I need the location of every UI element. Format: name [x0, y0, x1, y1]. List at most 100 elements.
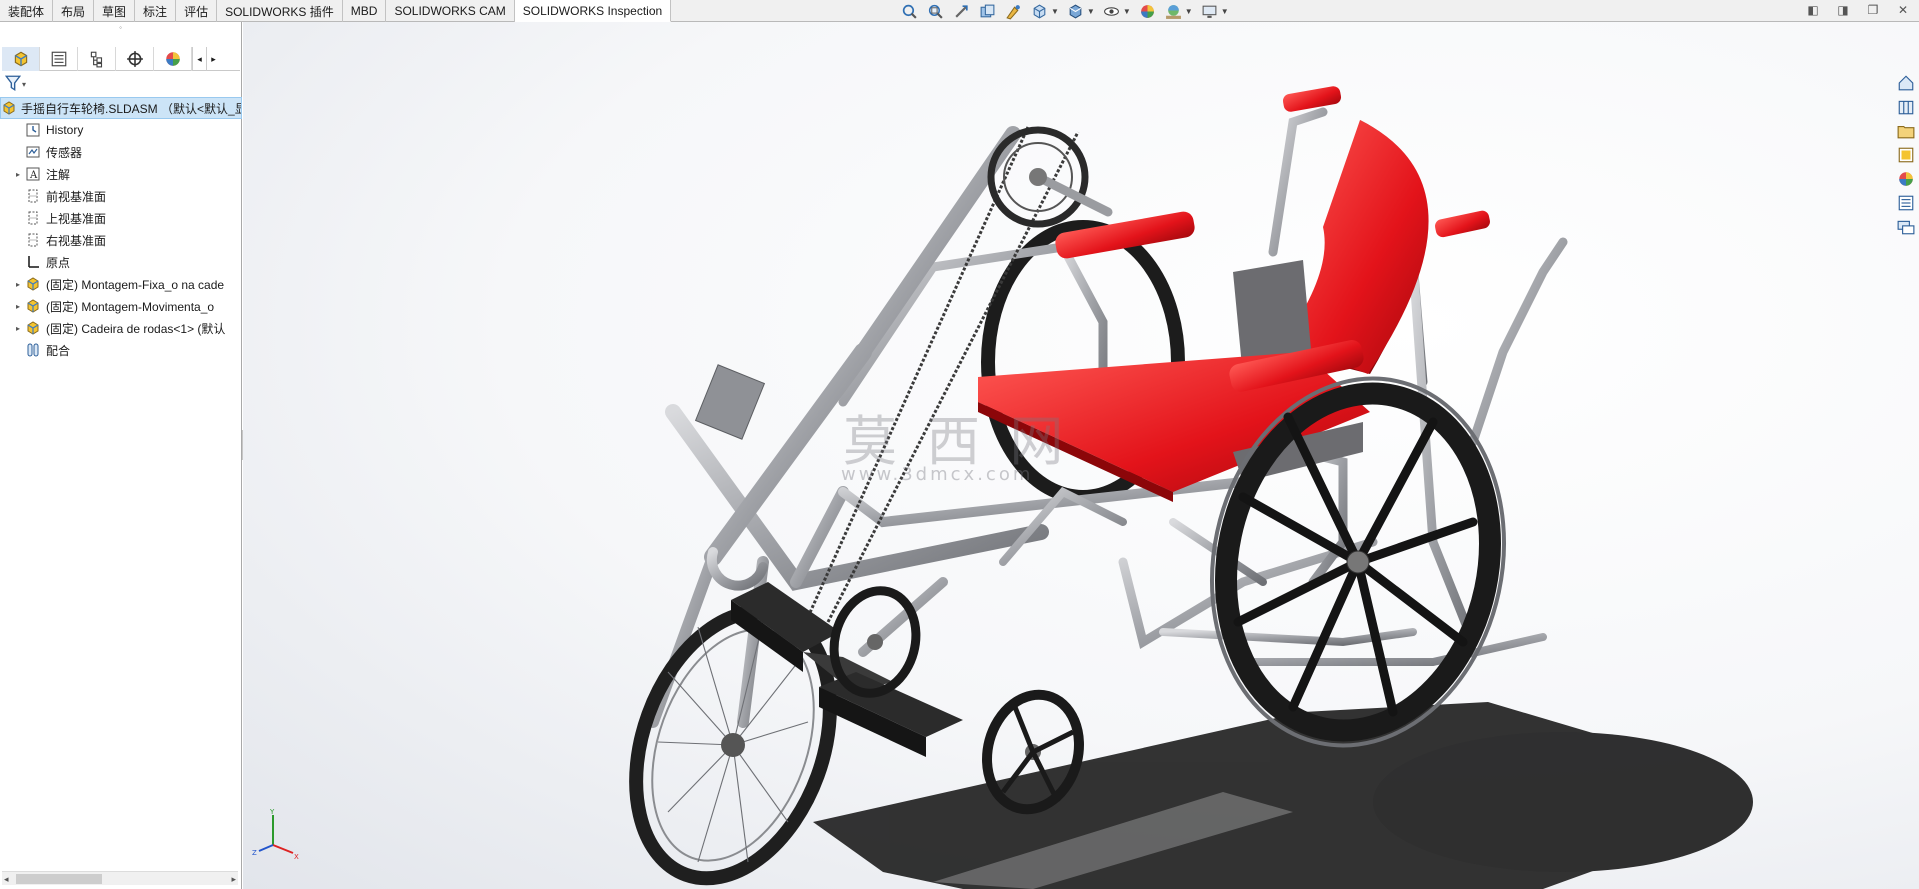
tree-item-label: 右视基准面: [46, 233, 107, 248]
displaymanager-tab-icon[interactable]: [154, 47, 192, 71]
expand-arrow-icon[interactable]: ▸: [12, 302, 24, 311]
propertymanager-tab-icon[interactable]: [40, 47, 78, 71]
restore-right-icon[interactable]: ◨: [1835, 3, 1851, 17]
view-settings-icon[interactable]: [1200, 3, 1219, 20]
tab-markup[interactable]: 标注: [135, 0, 177, 22]
tree-item[interactable]: ▸ (固定) Cadeira de rodas<1> (默认: [0, 317, 242, 339]
mates-icon: [24, 341, 42, 359]
scroll-thumb[interactable]: [16, 874, 102, 884]
tree-item-label: 传感器: [46, 145, 83, 160]
manager-tabs: ◂ ▸: [2, 47, 240, 71]
subassembly-icon: [24, 319, 42, 337]
tab-solidworks-inspection[interactable]: SOLIDWORKS Inspection: [514, 0, 672, 22]
tree-item-label: 上视基准面: [46, 211, 107, 226]
feature-manager-panel: ◦ ◂ ▸ ▾ 手摇自行车轮椅.SLDASM （默认<默认_显 History 传…: [0, 22, 242, 889]
view-palette-icon[interactable]: [1895, 144, 1917, 166]
close-document-icon[interactable]: ✕: [1895, 3, 1911, 17]
expand-arrow-icon[interactable]: ▸: [12, 170, 24, 179]
assembly-icon: [1, 99, 17, 117]
history-icon: [24, 121, 42, 139]
edit-appearance-icon[interactable]: [1138, 3, 1157, 20]
tree-item-label: (固定) Montagem-Fixa_o na cade: [46, 277, 225, 292]
svg-text:Y: Y: [269, 808, 275, 816]
section-view-icon[interactable]: [978, 3, 997, 20]
tree-item[interactable]: ▸ A 注解: [0, 163, 242, 185]
subassembly-icon: [24, 275, 42, 293]
panel-grip-icon[interactable]: ◦: [0, 22, 241, 34]
push-handle-right: [1435, 210, 1490, 238]
tree-root-assembly[interactable]: 手摇自行车轮椅.SLDASM （默认<默认_显: [0, 97, 242, 119]
tree-item[interactable]: ▸ (固定) Montagem-Fixa_o na cade: [0, 273, 242, 295]
display-style-icon[interactable]: [1066, 3, 1085, 20]
tree-item[interactable]: 上视基准面: [0, 207, 242, 229]
tree-filter[interactable]: ▾: [4, 74, 26, 94]
view-orientation-icon[interactable]: [1030, 3, 1049, 20]
dynamic-annotation-icon[interactable]: [1004, 3, 1023, 20]
tree-item-label: 原点: [46, 255, 71, 270]
command-tabs: 装配体 布局 草图 标注 评估 SOLIDWORKS 插件 MBD SOLIDW…: [0, 0, 672, 22]
plane-icon: [24, 209, 42, 227]
hide-show-icon[interactable]: [1102, 3, 1121, 20]
zoom-to-area-icon[interactable]: [926, 3, 945, 20]
push-handle-left: [1282, 86, 1342, 112]
display-style-dropdown-icon[interactable]: ▼: [1087, 7, 1095, 16]
tree-root-label: 手摇自行车轮椅.SLDASM （默认<默认_显: [21, 101, 242, 116]
scroll-right-icon[interactable]: ▸: [231, 872, 236, 886]
expand-arrow-icon[interactable]: ▸: [12, 324, 24, 333]
tree-item-label: 前视基准面: [46, 189, 107, 204]
tree-item[interactable]: History: [0, 119, 242, 141]
tab-layout[interactable]: 布局: [53, 0, 95, 22]
tab-evaluate[interactable]: 评估: [176, 0, 218, 22]
expand-arrow-icon[interactable]: ▸: [12, 280, 24, 289]
apply-scene-icon[interactable]: [1164, 3, 1183, 20]
heads-up-view-toolbar: ▼ ▼ ▼ ▼ ▼: [900, 2, 1229, 20]
appearances-scenes-icon[interactable]: [1895, 168, 1917, 190]
dimxpertmanager-tab-icon[interactable]: [116, 47, 154, 71]
tree-item[interactable]: 原点: [0, 251, 242, 273]
tab-assembly[interactable]: 装配体: [0, 0, 54, 22]
configurationmanager-tab-icon[interactable]: [78, 47, 116, 71]
zoom-to-fit-icon[interactable]: [900, 3, 919, 20]
solidworks-forum-icon[interactable]: [1895, 216, 1917, 238]
view-settings-dropdown-icon[interactable]: ▼: [1221, 7, 1229, 16]
tab-mbd[interactable]: MBD: [343, 0, 387, 22]
sensor-icon: [24, 143, 42, 161]
tab-solidworks-addins[interactable]: SOLIDWORKS 插件: [217, 0, 343, 22]
task-pane: [1893, 72, 1919, 238]
seat-backrest: [1233, 120, 1429, 377]
custom-properties-icon[interactable]: [1895, 192, 1917, 214]
filter-icon[interactable]: [4, 74, 22, 95]
file-explorer-icon[interactable]: [1895, 120, 1917, 142]
tree-item-label: 注解: [46, 167, 71, 182]
origin-icon: [24, 253, 42, 271]
previous-view-icon[interactable]: [952, 3, 971, 20]
featuremanager-tab-icon[interactable]: [2, 47, 40, 71]
view-orientation-dropdown-icon[interactable]: ▼: [1051, 7, 1059, 16]
window-restore-icon[interactable]: ❐: [1865, 3, 1881, 17]
tree-item[interactable]: 右视基准面: [0, 229, 242, 251]
apply-scene-dropdown-icon[interactable]: ▼: [1185, 7, 1193, 16]
graphics-area[interactable]: 莫 西 网 www.3dmcx.com Y X Z S 中 °, ☺ 🎤︎ ⌨ …: [243, 22, 1919, 889]
tree-item[interactable]: 前视基准面: [0, 185, 242, 207]
svg-text:Z: Z: [252, 849, 257, 857]
restore-left-icon[interactable]: ◧: [1805, 3, 1821, 17]
tab-sketch[interactable]: 草图: [94, 0, 136, 22]
armrest-left: [1055, 211, 1195, 259]
wheelchair-handbike-model[interactable]: [243, 22, 1919, 889]
tree-item[interactable]: 传感器: [0, 141, 242, 163]
filter-dropdown-icon[interactable]: ▾: [22, 80, 26, 89]
manager-tabs-next-icon[interactable]: ▸: [206, 47, 220, 71]
solidworks-resources-icon[interactable]: [1895, 72, 1917, 94]
scroll-left-icon[interactable]: ◂: [4, 872, 9, 886]
tree-item[interactable]: ▸ (固定) Montagem-Movimenta_o: [0, 295, 242, 317]
tab-solidworks-cam[interactable]: SOLIDWORKS CAM: [386, 0, 515, 22]
tree-horizontal-scrollbar[interactable]: ◂ ▸: [2, 871, 238, 885]
tree-item-label: (固定) Cadeira de rodas<1> (默认: [46, 321, 226, 336]
reference-triad: Y X Z: [252, 808, 299, 861]
manager-tabs-prev-icon[interactable]: ◂: [192, 47, 206, 71]
tree-item[interactable]: 配合: [0, 339, 242, 361]
command-manager-tabbar: 装配体 布局 草图 标注 评估 SOLIDWORKS 插件 MBD SOLIDW…: [0, 0, 1919, 22]
svg-text:X: X: [294, 853, 299, 861]
hide-show-dropdown-icon[interactable]: ▼: [1123, 7, 1131, 16]
design-library-icon[interactable]: [1895, 96, 1917, 118]
